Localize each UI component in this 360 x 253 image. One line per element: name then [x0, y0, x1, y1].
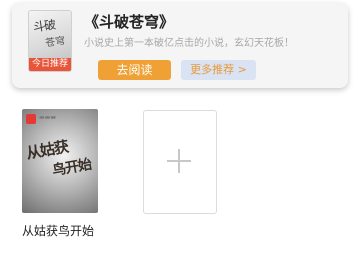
today-recommend-badge: 今日推荐: [29, 58, 71, 71]
recommended-book-cover[interactable]: 斗破 苍穹 今日推荐: [28, 10, 72, 72]
add-book-button[interactable]: [143, 110, 217, 214]
more-recommendations-button[interactable]: 更多推荐 >: [181, 60, 256, 80]
recommended-book-description: 小说史上第一本破亿点击的小说，玄幻天花板！: [84, 38, 294, 49]
cover-calligraphy-2: 苍穹: [44, 35, 66, 50]
shelf-book-cover[interactable]: ▬▬▬ 从姑获 鸟开始: [22, 109, 98, 213]
publisher-logo-text: ▬▬▬: [39, 114, 57, 121]
plus-icon: [167, 149, 191, 173]
recommended-book-title: 《斗破苍穹》: [84, 13, 175, 31]
shelf-book-title[interactable]: 从姑获鸟开始: [22, 222, 94, 239]
recommendation-card: 斗破 苍穹 今日推荐 《斗破苍穹》 小说史上第一本破亿点击的小说，玄幻天花板！ …: [12, 3, 348, 88]
publisher-logo-icon: [26, 114, 36, 124]
read-button[interactable]: 去阅读: [98, 60, 171, 80]
